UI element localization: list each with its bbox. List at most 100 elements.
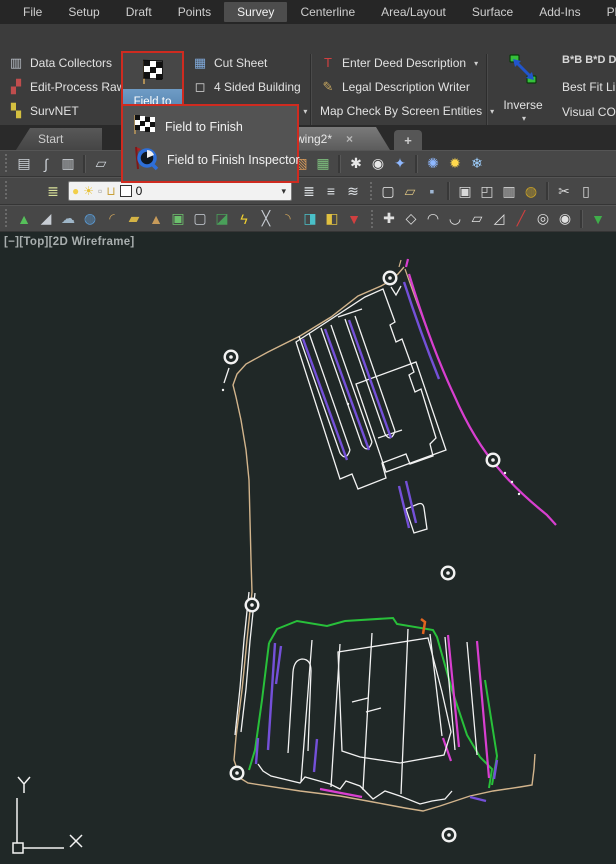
geology-pick-icon[interactable]: ◜ xyxy=(102,209,122,229)
edit-circle-icon[interactable]: ◉ xyxy=(555,209,575,229)
layer-freeze-sun-icon[interactable]: ☀ xyxy=(83,185,94,197)
menu-centerline[interactable]: Centerline xyxy=(287,2,368,22)
filter-icon[interactable]: ▼ xyxy=(588,209,608,229)
toolbar-grip[interactable] xyxy=(3,209,8,229)
layers-manager-icon[interactable]: ≣ xyxy=(43,181,63,201)
magic-wand-icon[interactable]: ✦ xyxy=(390,154,410,174)
tab-start[interactable]: Start xyxy=(16,128,102,150)
open-drawing-icon[interactable]: ▱ xyxy=(91,154,111,174)
mining-tools-icon[interactable]: ╳ xyxy=(256,209,276,229)
ribbon-data-collectors[interactable]: ▥ Data Collectors xyxy=(8,54,125,72)
plot-icon[interactable]: ▥ xyxy=(499,181,519,201)
copy-icon[interactable]: ▯ xyxy=(576,181,596,201)
ribbon-map-check[interactable]: Map Check By Screen Entities ▾ xyxy=(320,102,494,120)
settings-gear-icon[interactable]: ✱ xyxy=(346,154,366,174)
menu-points[interactable]: Points xyxy=(165,2,224,22)
dump-truck-icon[interactable]: ◧ xyxy=(322,209,342,229)
new-file-icon[interactable]: ▢ xyxy=(378,181,398,201)
erase-circle-icon[interactable]: ◎ xyxy=(533,209,553,229)
color-palette-icon[interactable]: ▦ xyxy=(313,154,333,174)
inverse-button[interactable]: Inverse ▾ xyxy=(494,52,552,126)
folder-up-icon[interactable]: ▥ xyxy=(58,154,78,174)
menu-area-layout[interactable]: Area/Layout xyxy=(368,2,459,22)
road-design-icon[interactable]: ◢ xyxy=(36,209,56,229)
move-point-icon[interactable]: ✚ xyxy=(379,209,399,229)
close-tab-icon[interactable]: × xyxy=(346,132,353,146)
layer-lock-icon[interactable]: ⊔ xyxy=(106,185,115,197)
ribbon-4-sided-building[interactable]: ◻ 4 Sided Building xyxy=(192,78,307,96)
model-space-canvas[interactable]: [−][Top][2D Wireframe] xyxy=(0,232,616,864)
menu-surface[interactable]: Surface xyxy=(459,2,526,22)
power-bolt-icon[interactable]: ϟ xyxy=(234,209,254,229)
separator xyxy=(580,210,583,228)
save-file-icon[interactable]: ▪ xyxy=(422,181,442,201)
light-spot-icon[interactable]: ✺ xyxy=(423,154,443,174)
surface-edit-icon[interactable]: ◇ xyxy=(401,209,421,229)
survey-point-center xyxy=(446,571,450,575)
view-eye-icon[interactable]: ◉ xyxy=(368,154,388,174)
menu-setup[interactable]: Setup xyxy=(55,2,112,22)
menu-add-ins[interactable]: Add-Ins xyxy=(526,2,593,22)
toolbar-grip[interactable] xyxy=(3,181,8,201)
point-node xyxy=(511,481,513,483)
publish-globe-icon[interactable]: ◍ xyxy=(521,181,541,201)
gis-globe-icon[interactable]: ◍ xyxy=(80,209,100,229)
dropdown-item-field-to-finish[interactable]: Field to Finish xyxy=(123,111,297,143)
separator xyxy=(83,155,86,173)
ribbon-legal-description-writer[interactable]: ✎ Legal Description Writer xyxy=(320,78,494,96)
layer-isolate-icon[interactable]: ≋ xyxy=(343,181,363,201)
break-line-icon[interactable]: ╱ xyxy=(511,209,531,229)
survey-point-center xyxy=(491,458,495,462)
survey-instrument-icon[interactable]: ▲ xyxy=(14,209,34,229)
combo-dropdown-icon[interactable]: ▾ xyxy=(281,186,288,197)
menu-file[interactable]: File xyxy=(10,2,55,22)
mine-cart-icon[interactable]: ◨ xyxy=(300,209,320,229)
menu-survey[interactable]: Survey xyxy=(224,2,287,22)
best-fit-icons[interactable]: B*B B*D D xyxy=(562,54,616,66)
toolbar-grip[interactable] xyxy=(3,154,8,174)
visual-cogo-item[interactable]: Visual COG xyxy=(562,105,616,119)
open-file-icon[interactable]: ▱ xyxy=(400,181,420,201)
ribbon-cut-sheet[interactable]: ▦ Cut Sheet xyxy=(192,54,307,72)
menu-plug-ins[interactable]: Plug-ins xyxy=(594,2,616,22)
layer-states-icon[interactable]: ≡ xyxy=(321,181,341,201)
toolbar-row1-right: ▧▦✱◉✦✺✹❄ xyxy=(290,154,488,174)
drillhole-icon[interactable]: ◝ xyxy=(278,209,298,229)
layer-on-bulb-icon[interactable]: ● xyxy=(72,185,79,197)
ribbon-enter-deed-description[interactable]: T Enter Deed Description ▾ xyxy=(320,54,494,72)
field-to-finish-dropdown: Field to Finish Field to Finish Inspecto… xyxy=(121,104,299,183)
layer-previous-icon[interactable]: ≣ xyxy=(299,181,319,201)
dropdown-item-field-to-finish-inspector[interactable]: Field to Finish Inspector xyxy=(123,144,297,176)
ribbon-edit-process-raw[interactable]: ▞ Edit-Process Raw xyxy=(8,78,125,96)
light-snow-icon[interactable]: ❄ xyxy=(467,154,487,174)
print-icon[interactable]: ▣ xyxy=(455,181,475,201)
ucs-icon xyxy=(13,777,82,853)
print-preview-icon[interactable]: ◰ xyxy=(477,181,497,201)
ribbon-item-icon: ▞ xyxy=(8,79,24,95)
cut-scissors-icon[interactable]: ✂ xyxy=(554,181,574,201)
hydrology-icon[interactable]: ☁ xyxy=(58,209,78,229)
arc-point-icon[interactable]: ◠ xyxy=(423,209,443,229)
menu-draft[interactable]: Draft xyxy=(113,2,165,22)
boundary-road-tan xyxy=(233,267,535,811)
menubar: FileSetupDraftPointsSurveyCenterlineArea… xyxy=(0,0,616,24)
layer-color-swatch[interactable] xyxy=(120,185,132,197)
new-tab-button[interactable]: + xyxy=(394,130,422,150)
hydro-basin-icon[interactable]: ▢ xyxy=(190,209,210,229)
ribbon-survnet[interactable]: ▚ SurvNET xyxy=(8,102,125,120)
site-landscape-icon[interactable]: ◪ xyxy=(212,209,232,229)
light-bulb-icon[interactable]: ✹ xyxy=(445,154,465,174)
takeoff-clipboard-icon[interactable]: ▣ xyxy=(168,209,188,229)
curve-point-icon[interactable]: ◡ xyxy=(445,209,465,229)
stockpile-icon[interactable]: ▲ xyxy=(146,209,166,229)
slope-edit-icon[interactable]: ◿ xyxy=(489,209,509,229)
plumb-bob-icon[interactable]: ▼ xyxy=(344,209,364,229)
camera-icon[interactable]: ▰ xyxy=(124,209,144,229)
spline-tool-icon[interactable]: ∫ xyxy=(36,154,56,174)
best-fit-line-item[interactable]: Best Fit Lin xyxy=(562,80,616,94)
import-drawing-icon[interactable]: ▤ xyxy=(14,154,34,174)
layer-vp-freeze-icon[interactable]: ▫ xyxy=(98,185,102,197)
shape-point-icon[interactable]: ▱ xyxy=(467,209,487,229)
layer-combo[interactable]: ● ☀ ▫ ⊔ 0 ▾ xyxy=(68,181,292,201)
toolbar-row1-left: ▤∫▥ ▱ xyxy=(13,154,112,174)
